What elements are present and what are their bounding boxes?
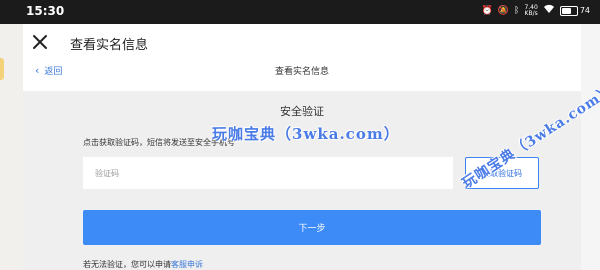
instruction-text: 点击获取验证码，短信将发送至安全手机号 (83, 138, 235, 147)
alarm-icon: ⏰ (481, 5, 493, 16)
web-nav-bar: ‹ 返回 查看实名信息 (23, 61, 581, 91)
mute-icon: 🔕 (497, 5, 510, 16)
app-bar: 查看实名信息 (23, 24, 581, 62)
verification-panel: 安全验证 点击获取验证码，短信将发送至安全手机号 获取验证码 下一步 若无法验证… (23, 91, 581, 270)
appeal-line: 若无法验证，您可以申请客服申诉 (83, 259, 203, 270)
page-title: 查看实名信息 (274, 67, 329, 77)
verification-code-input[interactable] (83, 157, 453, 189)
wifi-icon (543, 4, 555, 17)
status-bar: 15:30 ⏰ 🔕 ᛒ 7.40 KB/s 74 (0, 0, 600, 24)
right-edge-panel (581, 24, 600, 270)
appeal-text: 若无法验证，您可以申请 (83, 260, 171, 269)
status-icons: ⏰ 🔕 ᛒ 7.40 KB/s 74 (482, 4, 590, 17)
get-code-button[interactable]: 获取验证码 (465, 157, 539, 189)
left-edge-tab[interactable] (0, 58, 4, 80)
status-time: 15:30 (26, 4, 65, 18)
appeal-link[interactable]: 客服申诉 (171, 260, 203, 269)
close-icon[interactable] (31, 33, 49, 51)
battery-icon: 74 (559, 5, 590, 16)
bluetooth-icon: ᛒ (514, 5, 520, 16)
section-title: 安全验证 (280, 105, 324, 118)
network-speed: 7.40 KB/s (524, 3, 538, 17)
next-step-button[interactable]: 下一步 (83, 210, 541, 245)
app-bar-title: 查看实名信息 (70, 38, 149, 53)
battery-percent: 74 (579, 6, 590, 15)
